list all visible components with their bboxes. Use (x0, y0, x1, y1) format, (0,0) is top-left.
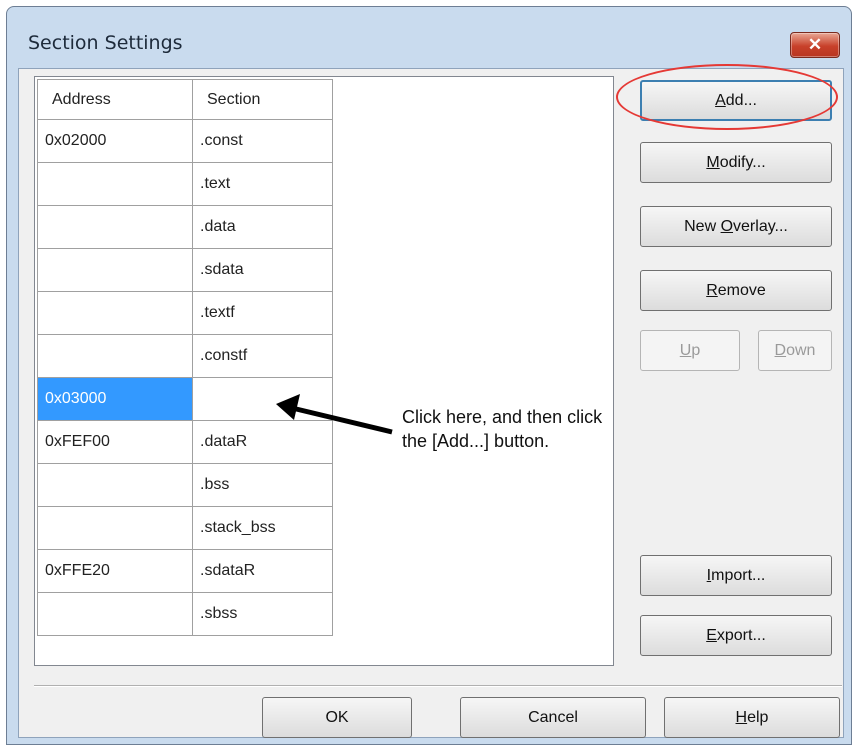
down-button-label: own (786, 341, 816, 359)
annotation-line-2: the [Add...] button. (402, 431, 550, 451)
ok-button[interactable]: OK (262, 697, 412, 738)
address-cell[interactable] (37, 291, 193, 335)
table-row[interactable]: .textf (37, 291, 333, 335)
address-cell[interactable]: 0xFFE20 (37, 549, 193, 593)
section-cell[interactable]: .data (192, 205, 333, 249)
address-cell[interactable]: 0xFEF00 (37, 420, 193, 464)
annotation-callout: Click here, and then click the [Add...] … (402, 405, 702, 453)
remove-button-hotkey: R (706, 281, 718, 299)
table-row[interactable]: .constf (37, 334, 333, 378)
table-row[interactable]: .sbss (37, 592, 333, 636)
button-bar-divider (34, 685, 842, 687)
annotation-line-1: Click here, and then click (402, 407, 603, 427)
down-button-hotkey: D (774, 341, 787, 359)
address-cell[interactable] (37, 334, 193, 378)
export-button-label: xport... (716, 626, 766, 644)
add-button[interactable]: Add... (640, 80, 832, 121)
new-overlay-button-hotkey: O (720, 217, 734, 235)
section-cell[interactable]: .stack_bss (192, 506, 333, 550)
address-cell[interactable] (37, 463, 193, 507)
add-button-label: dd... (725, 91, 757, 109)
cancel-button[interactable]: Cancel (460, 697, 646, 738)
modify-button[interactable]: Modify... (640, 142, 832, 183)
section-cell[interactable]: .bss (192, 463, 333, 507)
address-cell[interactable] (37, 205, 193, 249)
table-row[interactable]: .data (37, 205, 333, 249)
help-button[interactable]: Help (664, 697, 840, 738)
table-row[interactable]: .bss (37, 463, 333, 507)
section-cell[interactable]: .const (192, 119, 333, 163)
table-row[interactable]: 0x02000 .const (37, 119, 333, 163)
address-cell-selected[interactable]: 0x03000 (37, 377, 193, 421)
address-cell[interactable] (37, 248, 193, 292)
section-cell[interactable]: .sdataR (192, 549, 333, 593)
help-button-hotkey: H (735, 708, 748, 726)
section-cell[interactable]: .textf (192, 291, 333, 335)
section-cell[interactable]: .sbss (192, 592, 333, 636)
column-header-address[interactable]: Address (37, 79, 193, 120)
section-cell[interactable]: .constf (192, 334, 333, 378)
section-table: Address Section 0x02000 .const .text .dat… (37, 79, 333, 636)
address-cell[interactable]: 0x02000 (37, 119, 193, 163)
table-row[interactable]: .text (37, 162, 333, 206)
modify-button-label: odify... (719, 153, 766, 171)
new-overlay-button[interactable]: New Overlay... (640, 206, 832, 247)
import-button[interactable]: Import... (640, 555, 832, 596)
modify-button-hotkey: M (706, 153, 720, 171)
close-icon: ✕ (807, 35, 823, 54)
help-button-label: elp (747, 708, 769, 726)
cancel-button-label: Cancel (528, 708, 578, 726)
export-button-hotkey: E (706, 626, 717, 644)
section-cell[interactable]: .text (192, 162, 333, 206)
ok-button-label: OK (325, 708, 349, 726)
up-button-hotkey: U (679, 341, 692, 359)
address-cell[interactable] (37, 162, 193, 206)
add-button-hotkey: A (715, 91, 726, 109)
new-overlay-button-label: verlay... (733, 217, 788, 235)
section-cell[interactable]: .sdata (192, 248, 333, 292)
address-cell[interactable] (37, 592, 193, 636)
remove-button[interactable]: Remove (640, 270, 832, 311)
table-header-row: Address Section (37, 79, 333, 120)
close-button[interactable]: ✕ (790, 32, 840, 58)
table-row[interactable]: .sdata (37, 248, 333, 292)
column-header-section[interactable]: Section (192, 79, 333, 120)
new-overlay-button-prefix: New (684, 217, 721, 235)
down-button[interactable]: Down (758, 330, 832, 371)
dialog-title: Section Settings (28, 32, 183, 54)
annotation-arrow-icon (276, 394, 393, 435)
up-button[interactable]: Up (640, 330, 740, 371)
address-cell[interactable] (37, 506, 193, 550)
up-button-label: p (691, 341, 701, 359)
table-row[interactable]: .stack_bss (37, 506, 333, 550)
export-button[interactable]: Export... (640, 615, 832, 656)
table-row[interactable]: 0xFFE20 .sdataR (37, 549, 333, 593)
import-button-label: mport... (711, 566, 766, 584)
remove-button-label: emove (717, 281, 766, 299)
